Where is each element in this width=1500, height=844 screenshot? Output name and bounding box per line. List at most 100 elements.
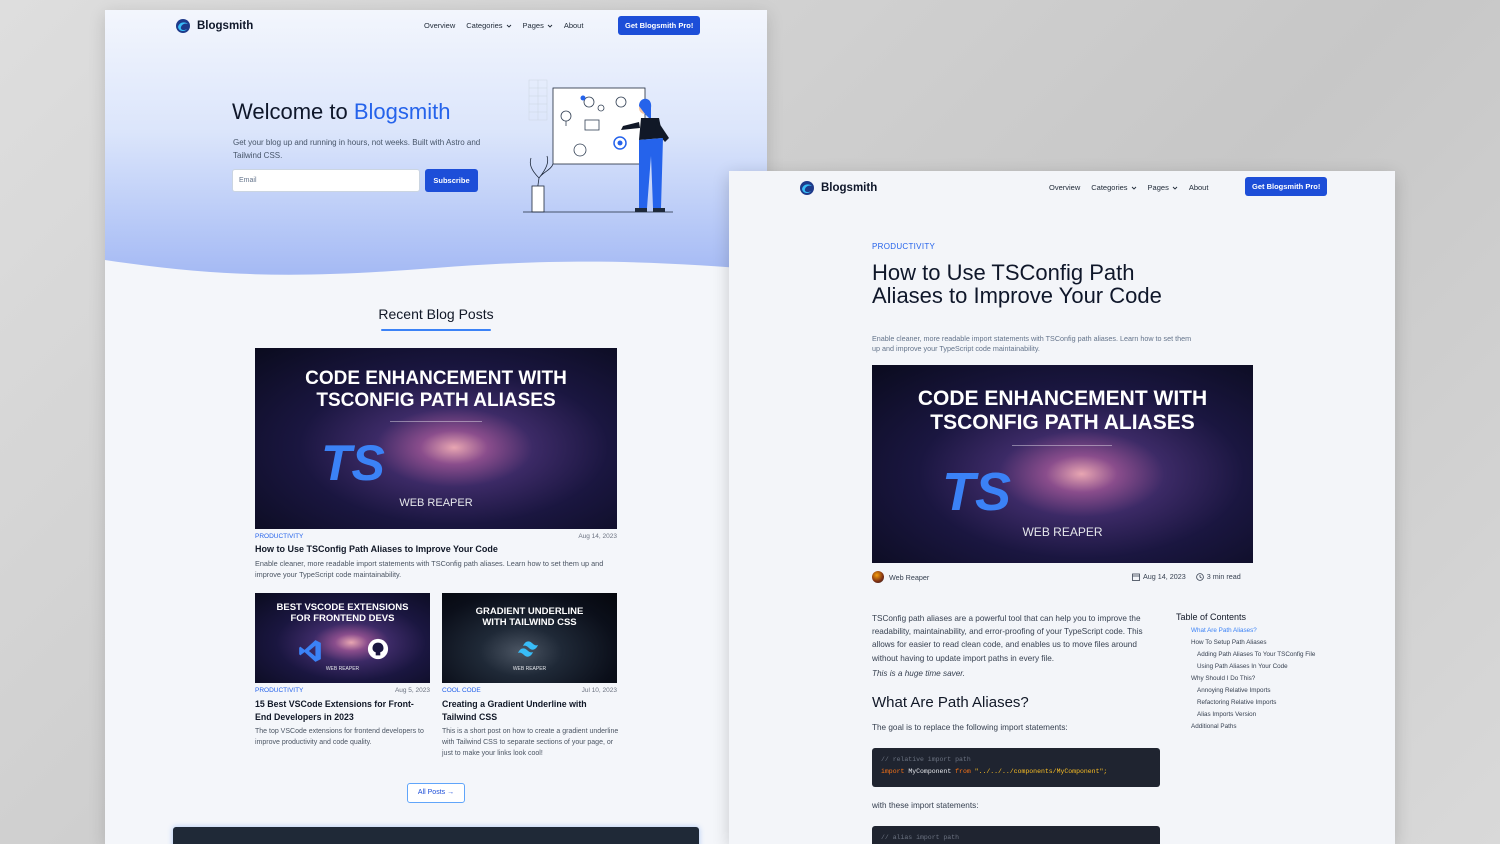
nav-categories-label: Categories (466, 21, 503, 30)
code-line: import MyComponent from "../../../compon… (881, 766, 1151, 778)
code-string: "../../../components/MyComponent"; (974, 768, 1108, 775)
post-title[interactable]: Creating a Gradient Underline with Tailw… (442, 698, 617, 723)
toc-item[interactable]: Additional Paths (1176, 723, 1316, 731)
all-posts-button[interactable]: All Posts → (407, 783, 465, 803)
nav-pages[interactable]: Pages (523, 21, 553, 30)
nav-pages-label: Pages (1147, 183, 1169, 192)
thumb-title: GRADIENT UNDERLINE WITH TAILWIND CSS (442, 606, 617, 628)
hero-title: Welcome to Blogsmith (232, 99, 450, 125)
brand-logo[interactable]: Blogsmith (799, 180, 877, 196)
code-block[interactable]: // alias import path (872, 826, 1160, 844)
home-page-screenshot: Blogsmith Overview Categories Pages Abou… (105, 10, 767, 844)
nav-menu: Overview Categories Pages About (1049, 183, 1208, 192)
post-thumbnail[interactable]: BEST VSCODE EXTENSIONS FOR FRONTEND DEVS… (255, 593, 430, 683)
footer-preview (173, 827, 699, 844)
nav-about[interactable]: About (1189, 183, 1209, 192)
nav-categories[interactable]: Categories (1091, 183, 1136, 192)
post-category[interactable]: COOL CODE (442, 687, 481, 694)
featured-post-excerpt: Enable cleaner, more readable import sta… (255, 559, 604, 579)
with-paragraph: with these import statements: (872, 801, 979, 810)
post-excerpt: This is a short post on how to create a … (442, 728, 619, 757)
post-date: Aug 14, 2023 (1132, 572, 1186, 581)
github-icon (367, 638, 389, 660)
post-date: Aug 5, 2023 (394, 687, 430, 694)
post-title[interactable]: 15 Best VSCode Extensions for Front-End … (255, 698, 430, 723)
calendar-icon (1132, 573, 1140, 581)
hero-subtitle: Get your blog up and running in hours, n… (233, 138, 481, 160)
thumb-title-line: BEST VSCODE EXTENSIONS (276, 602, 409, 613)
post-date-text: Aug 14, 2023 (1143, 572, 1186, 581)
post-date: Aug 14, 2023 (578, 533, 617, 540)
avatar (872, 571, 884, 583)
code-identifier: MyComponent (908, 768, 952, 775)
code-comment: // relative import path (881, 756, 971, 763)
post-meta: PRODUCTIVITY Aug 5, 2023 (255, 687, 430, 694)
toc-item[interactable]: Adding Path Aliases To Your TSConfig Fil… (1176, 651, 1316, 659)
toc-title: Table of Contents (1176, 612, 1247, 622)
toc-item[interactable]: What Are Path Aliases? (1176, 627, 1316, 635)
post-category[interactable]: PRODUCTIVITY (255, 533, 303, 540)
post-thumbnail[interactable]: GRADIENT UNDERLINE WITH TAILWIND CSS WEB… (442, 593, 617, 683)
post-category[interactable]: PRODUCTIVITY (872, 242, 935, 251)
post-author[interactable]: Web Reaper (872, 571, 929, 583)
post-hero-image: CODE ENHANCEMENT WITH TSCONFIG PATH ALIA… (872, 365, 1253, 563)
post-description: Enable cleaner, more readable import sta… (872, 334, 1192, 353)
subscribe-button[interactable]: Subscribe (425, 169, 478, 192)
post-excerpt: The top VSCode extensions for frontend d… (255, 728, 424, 746)
thumb-brand: WEB REAPER (399, 497, 473, 509)
thumb-title-line: FOR FRONTEND DEVS (290, 613, 395, 624)
thumb-divider (1012, 445, 1112, 446)
hero-wave (105, 260, 767, 300)
thumb-title-line: WITH TAILWIND CSS (482, 617, 577, 628)
featured-post-title[interactable]: How to Use TSConfig Path Aliases to Impr… (255, 544, 617, 554)
post-category[interactable]: PRODUCTIVITY (255, 687, 303, 694)
nav-pages[interactable]: Pages (1148, 183, 1178, 192)
nav-overview[interactable]: Overview (424, 21, 455, 30)
goal-paragraph: The goal is to replace the following imp… (872, 723, 1068, 732)
read-time-text: 3 min read (1206, 572, 1241, 581)
toc-item[interactable]: Annoying Relative Imports (1176, 687, 1316, 695)
nav-categories-label: Categories (1091, 183, 1128, 192)
featured-post-thumbnail[interactable]: CODE ENHANCEMENT WITH TSCONFIG PATH ALIA… (255, 348, 617, 529)
toc-item[interactable]: How To Setup Path Aliases (1176, 639, 1316, 647)
nav-categories[interactable]: Categories (466, 21, 511, 30)
intro-emphasis: This is a huge time saver. (872, 669, 965, 678)
nav-pages-label: Pages (522, 21, 544, 30)
hero-illustration (523, 79, 673, 213)
code-comment: // alias import path (881, 834, 960, 841)
nav-overview[interactable]: Overview (1049, 183, 1080, 192)
code-keyword: import (881, 768, 905, 775)
toc-item[interactable]: Using Path Aliases In Your Code (1176, 663, 1316, 671)
tailwind-icon (518, 641, 538, 657)
clock-icon (1195, 572, 1204, 581)
thumb-title: BEST VSCODE EXTENSIONS FOR FRONTEND DEVS (255, 602, 430, 624)
brand-logo[interactable]: Blogsmith (175, 18, 253, 34)
get-pro-button[interactable]: Get Blogsmith Pro! (1245, 177, 1328, 196)
code-block[interactable]: // relative import path import MyCompone… (872, 748, 1160, 787)
toc-item[interactable]: Alias Imports Version (1176, 711, 1316, 719)
toc-item[interactable]: Why Should I Do This? (1176, 675, 1316, 683)
featured-post-meta: PRODUCTIVITY Aug 14, 2023 (255, 533, 617, 540)
post-meta: COOL CODE Jul 10, 2023 (442, 687, 617, 694)
hero-title-prefix: Welcome to (232, 99, 354, 124)
thumb-title-line: CODE ENHANCEMENT WITH (917, 387, 1208, 410)
nav-menu: Overview Categories Pages About (424, 21, 583, 30)
toc-list: What Are Path Aliases? How To Setup Path … (1176, 627, 1316, 731)
email-input[interactable]: Email (232, 169, 420, 192)
intro-paragraph: TSConfig path aliases are a powerful too… (872, 614, 1143, 663)
get-pro-button[interactable]: Get Blogsmith Pro! (618, 16, 701, 35)
table-of-contents: Table of Contents What Are Path Aliases?… (1176, 612, 1316, 735)
toc-item[interactable]: Refactoring Relative Imports (1176, 699, 1316, 707)
top-nav: Blogsmith Overview Categories Pages Abou… (105, 10, 767, 44)
chevron-down-icon (506, 24, 511, 28)
nav-about[interactable]: About (564, 21, 584, 30)
thumb-brand: WEB REAPER (512, 666, 547, 672)
chevron-down-icon (1131, 186, 1136, 190)
code-keyword: from (955, 768, 971, 775)
vscode-icon (299, 640, 321, 662)
chevron-down-icon (547, 24, 553, 28)
thumb-brand: WEB REAPER (325, 666, 360, 672)
post-title: How to Use TSConfig Path Aliases to Impr… (872, 260, 1162, 308)
thumb-title-line: GRADIENT UNDERLINE (475, 606, 584, 617)
thumb-title-line: TSCONFIG PATH ALIASES (930, 411, 1195, 434)
